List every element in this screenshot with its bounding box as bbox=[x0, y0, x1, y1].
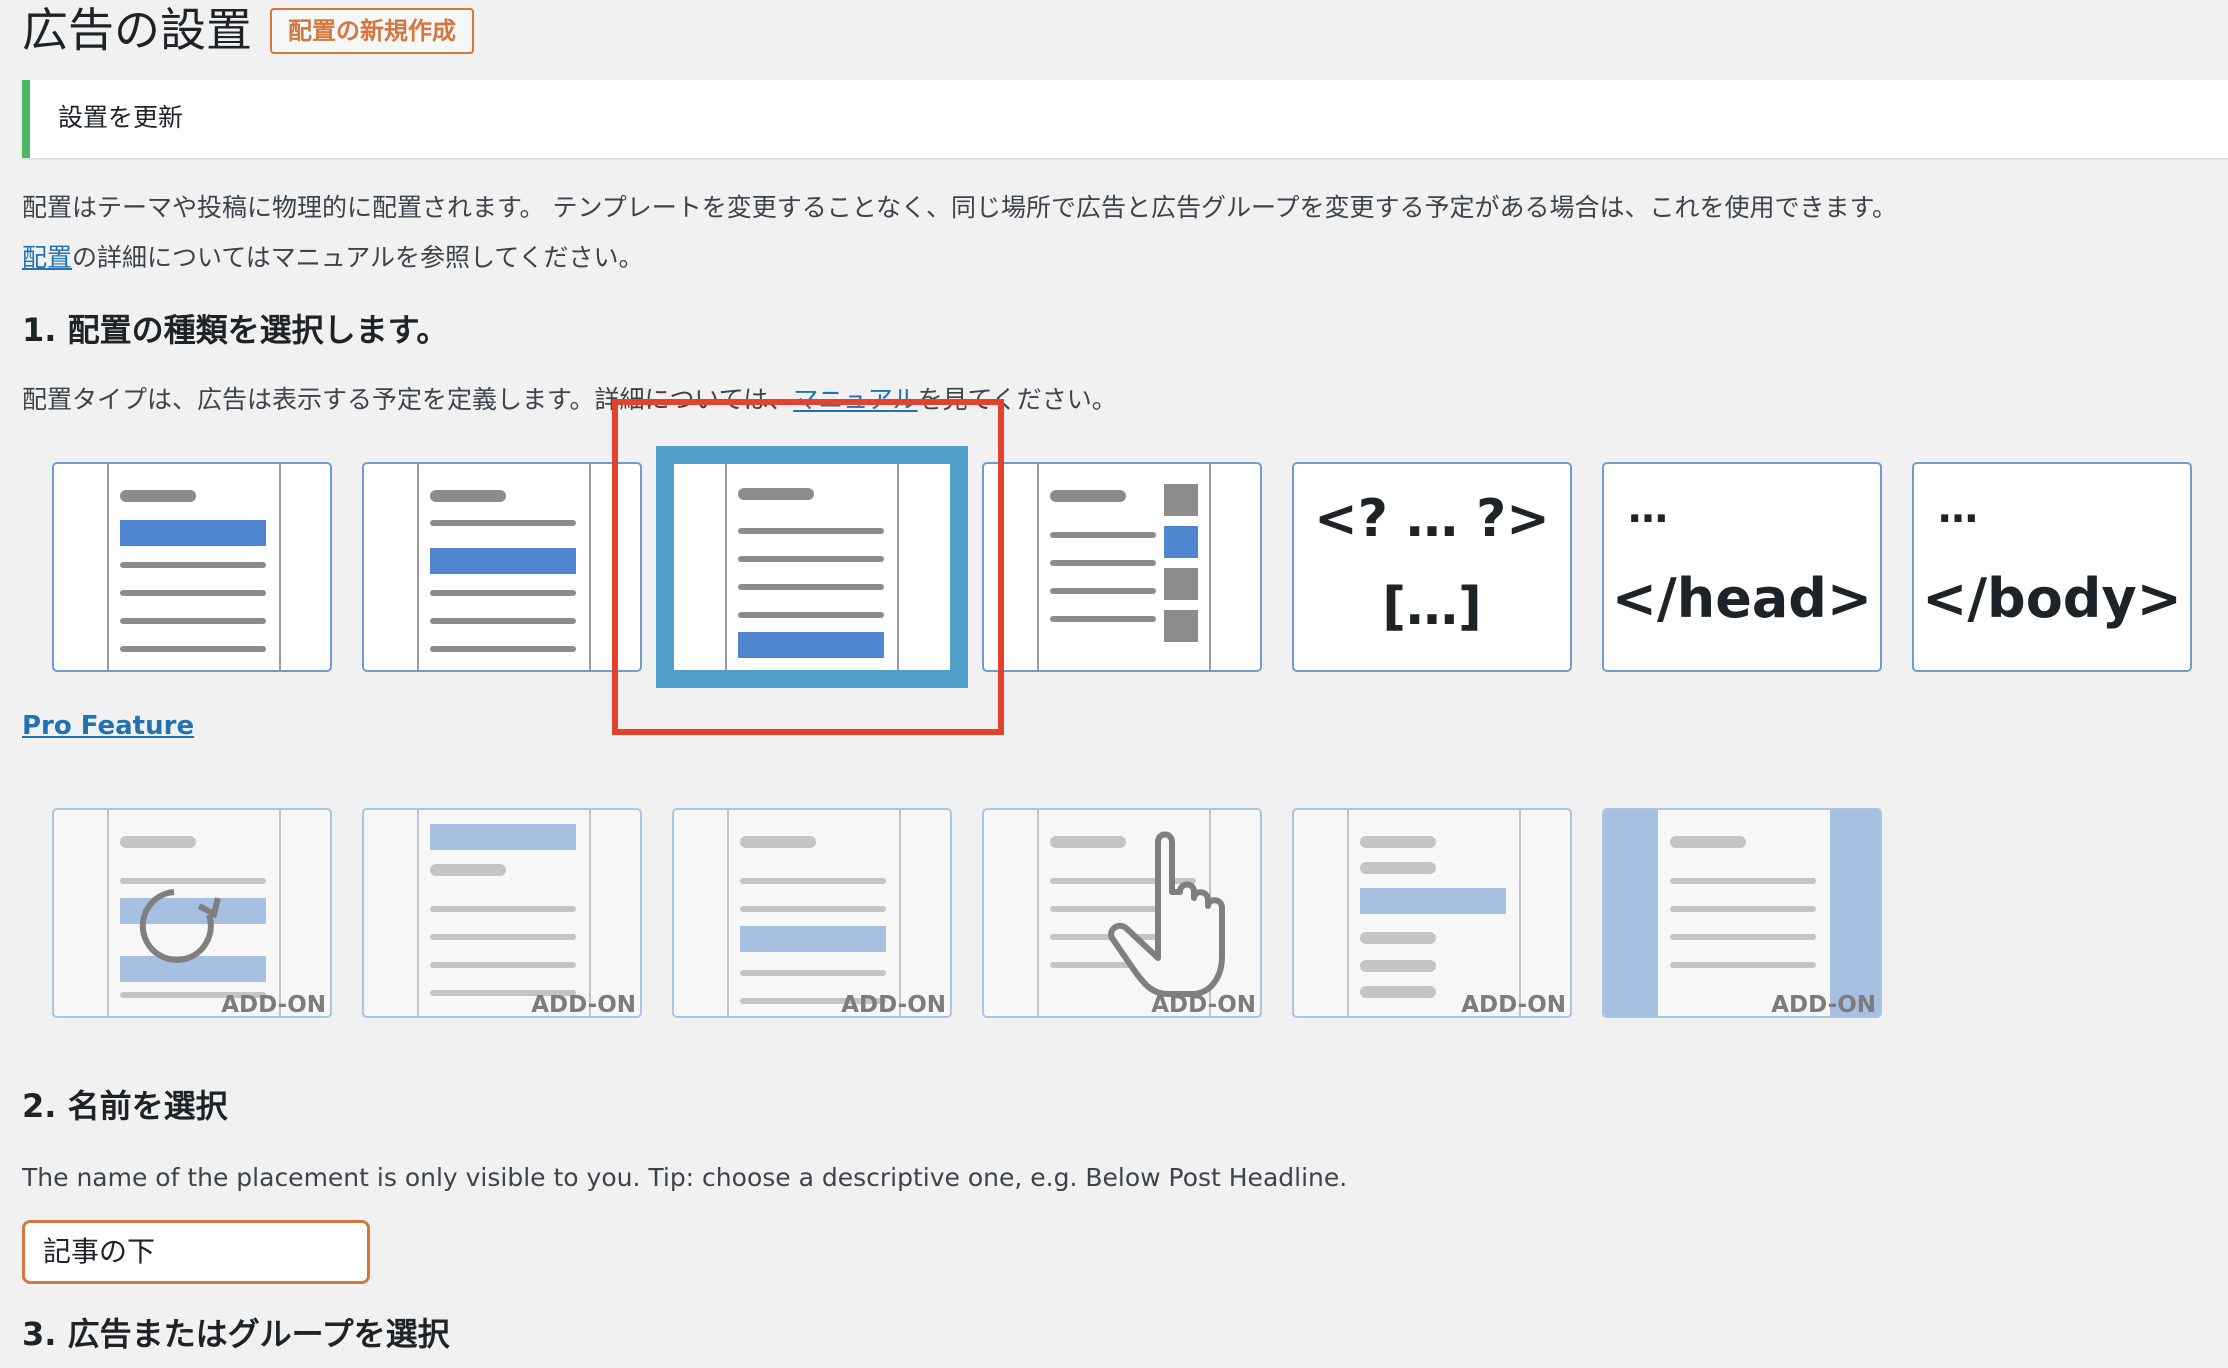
content-icon bbox=[417, 464, 591, 670]
random-paragraph-icon bbox=[727, 810, 901, 1016]
addon-badge: ADD-ON bbox=[1461, 992, 1566, 1018]
addon-placement-custom-position[interactable]: ADD-ON bbox=[982, 808, 1262, 1018]
step2-heading: 2. 名前を選択 bbox=[22, 1087, 228, 1125]
placement-type-before-content[interactable] bbox=[52, 462, 332, 672]
intro-text-2-rest: の詳細についてはマニュアルを参照してください。 bbox=[72, 243, 644, 272]
body-tag-label: </body> bbox=[1922, 567, 2182, 630]
addon-placement-random-paragraph[interactable]: ADD-ON bbox=[672, 808, 952, 1018]
placement-type-content[interactable] bbox=[362, 462, 642, 672]
addon-badge: ADD-ON bbox=[1151, 992, 1256, 1018]
addon-placement-post-title[interactable]: ADD-ON bbox=[362, 808, 642, 1018]
addon-badge: ADD-ON bbox=[531, 992, 636, 1018]
head-ellipsis-label: … bbox=[1628, 486, 1668, 532]
update-notice bbox=[22, 80, 2228, 158]
step3-heading: 3. 広告またはグループを選択 bbox=[22, 1315, 450, 1353]
addon-badge: ADD-ON bbox=[221, 992, 326, 1018]
pro-feature-link[interactable]: Pro Feature bbox=[22, 708, 194, 744]
shortcode-label: […] bbox=[1382, 577, 1482, 637]
body-ellipsis-label: … bbox=[1938, 486, 1978, 532]
background-icon bbox=[1604, 810, 1880, 1016]
placement-name-description: The name of the placement is only visibl… bbox=[22, 1163, 1348, 1192]
addon-placement-archive-list[interactable]: ADD-ON bbox=[1292, 808, 1572, 1018]
intro-text-2: 配置の詳細についてはマニュアルを参照してください。 bbox=[22, 240, 644, 276]
notice-text: 設置を更新 bbox=[58, 103, 184, 132]
refresh-icon bbox=[107, 810, 281, 1016]
step1-heading: 1. 配置の種類を選択します。 bbox=[22, 311, 449, 349]
php-code-label: <? … ?> bbox=[1314, 489, 1550, 549]
sidebar-widget-icon bbox=[1037, 464, 1211, 670]
addon-badge: ADD-ON bbox=[1771, 992, 1876, 1018]
intro-text: 配置はテーマや投稿に物理的に配置されます。 テンプレートを変更することなく、同じ… bbox=[22, 193, 1897, 222]
post-title-icon bbox=[417, 810, 591, 1016]
placement-manual-link[interactable]: 配置 bbox=[22, 243, 72, 272]
add-new-placement-button[interactable]: 配置の新規作成 bbox=[270, 8, 474, 54]
addon-badge: ADD-ON bbox=[841, 992, 946, 1018]
placement-name-input[interactable]: 記事の下 bbox=[22, 1220, 370, 1284]
placement-type-sidebar-widget[interactable] bbox=[982, 462, 1262, 672]
archive-list-icon bbox=[1347, 810, 1521, 1016]
head-tag-label: </head> bbox=[1611, 567, 1873, 630]
before-content-icon bbox=[107, 464, 281, 670]
addon-placement-ad-rotation[interactable]: ADD-ON bbox=[52, 808, 332, 1018]
addon-placement-background[interactable]: ADD-ON bbox=[1602, 808, 1882, 1018]
page-title: 広告の設置 bbox=[22, 3, 252, 57]
placement-type-footer-code[interactable]: … </body> bbox=[1912, 462, 2192, 672]
hand-pointer-icon bbox=[1037, 810, 1225, 1016]
placement-type-manual[interactable]: <? … ?> […] bbox=[1292, 462, 1572, 672]
selection-highlight bbox=[612, 399, 1004, 735]
placement-type-header-code[interactable]: … </head> bbox=[1602, 462, 1882, 672]
